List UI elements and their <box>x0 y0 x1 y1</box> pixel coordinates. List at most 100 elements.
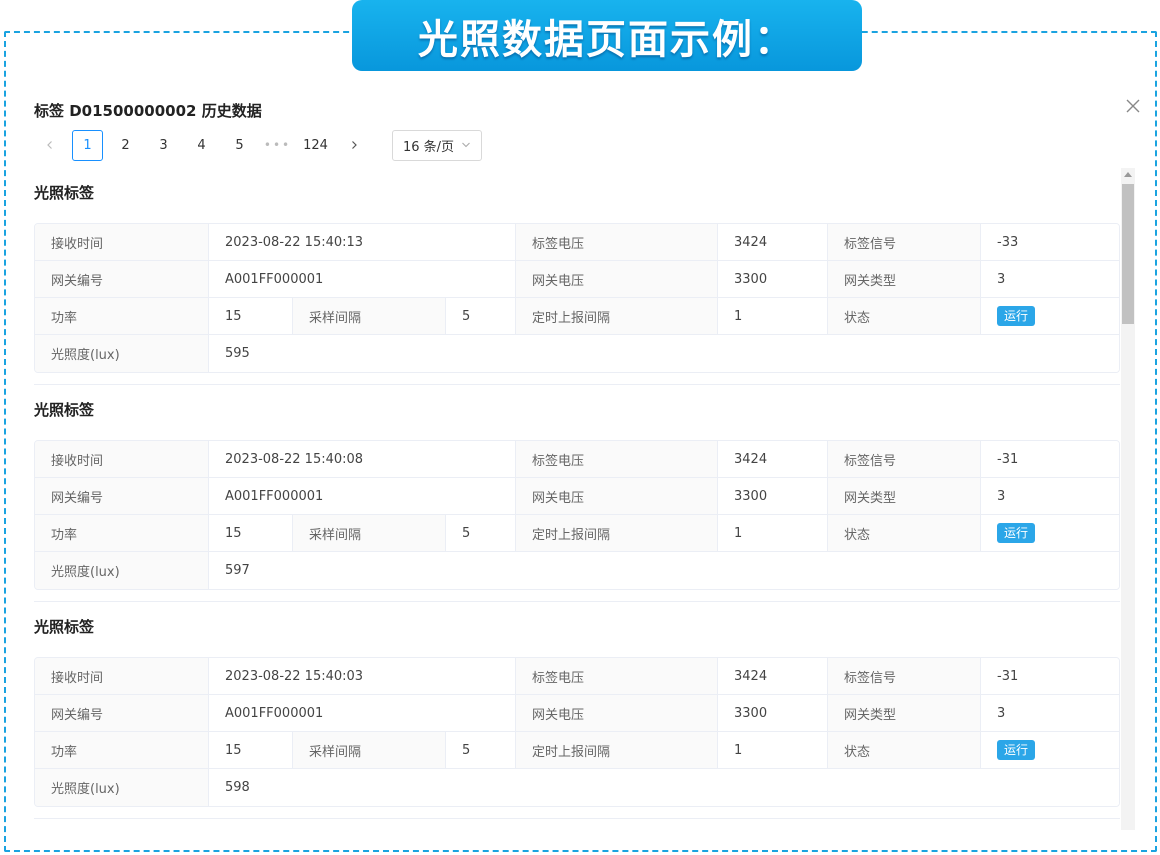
modal-title: 标签 D01500000002 历史数据 <box>34 102 262 120</box>
record-divider <box>34 818 1120 819</box>
table-row: 网关编号 A001FF000001 网关电压 3300 网关类型 3 <box>35 695 1119 732</box>
value-tag-signal: -31 <box>981 658 1119 694</box>
value-status: 运行 <box>981 732 1119 768</box>
value-gateway-voltage: 3300 <box>718 478 828 514</box>
label-tag-signal: 标签信号 <box>828 441 981 477</box>
scrollbar-thumb[interactable] <box>1122 184 1134 324</box>
value-illuminance: 595 <box>209 335 1119 372</box>
label-tag-voltage: 标签电压 <box>516 441 718 477</box>
label-sample-interval: 采样间隔 <box>293 298 446 334</box>
label-gateway-voltage: 网关电压 <box>516 261 718 297</box>
value-receive-time: 2023-08-22 15:40:03 <box>209 658 516 694</box>
label-illuminance: 光照度(lux) <box>35 552 209 589</box>
page-3-button[interactable]: 3 <box>148 130 179 161</box>
label-sample-interval: 采样间隔 <box>293 515 446 551</box>
label-gateway-id: 网关编号 <box>35 478 209 514</box>
value-power: 15 <box>209 732 293 768</box>
value-report-interval: 1 <box>718 515 828 551</box>
label-status: 状态 <box>828 298 981 334</box>
table-row: 网关编号 A001FF000001 网关电压 3300 网关类型 3 <box>35 261 1119 298</box>
label-tag-voltage: 标签电压 <box>516 658 718 694</box>
chevron-left-icon <box>46 141 52 149</box>
value-gateway-type: 3 <box>981 695 1119 731</box>
value-report-interval: 1 <box>718 732 828 768</box>
value-gateway-voltage: 3300 <box>718 695 828 731</box>
label-status: 状态 <box>828 732 981 768</box>
label-receive-time: 接收时间 <box>35 224 209 260</box>
record-card: 光照标签 接收时间 2023-08-22 15:40:03 标签电压 3424 … <box>34 602 1120 819</box>
table-row: 功率 15 采样间隔 5 定时上报间隔 1 状态 运行 <box>35 515 1119 552</box>
record-title: 光照标签 <box>34 401 95 419</box>
table-row: 接收时间 2023-08-22 15:40:08 标签电压 3424 标签信号 … <box>35 441 1119 478</box>
record-card: 光照标签 接收时间 2023-08-22 15:40:13 标签电压 3424 … <box>34 168 1120 385</box>
prev-page-button[interactable] <box>34 130 65 161</box>
label-gateway-voltage: 网关电压 <box>516 478 718 514</box>
next-page-button[interactable] <box>338 130 369 161</box>
record-table: 接收时间 2023-08-22 15:40:03 标签电压 3424 标签信号 … <box>34 657 1120 807</box>
label-gateway-type: 网关类型 <box>828 478 981 514</box>
value-sample-interval: 5 <box>446 298 516 334</box>
value-report-interval: 1 <box>718 298 828 334</box>
value-sample-interval: 5 <box>446 732 516 768</box>
label-illuminance: 光照度(lux) <box>35 769 209 806</box>
table-row: 光照度(lux) 595 <box>35 335 1119 372</box>
value-receive-time: 2023-08-22 15:40:08 <box>209 441 516 477</box>
scrollbar[interactable] <box>1121 168 1135 830</box>
record-title: 光照标签 <box>34 184 95 202</box>
label-tag-signal: 标签信号 <box>828 658 981 694</box>
value-tag-signal: -33 <box>981 224 1119 260</box>
label-receive-time: 接收时间 <box>35 658 209 694</box>
record-title: 光照标签 <box>34 618 95 636</box>
page-2-button[interactable]: 2 <box>110 130 141 161</box>
chevron-down-icon <box>462 142 470 148</box>
banner-title: 光照数据页面示例： <box>418 16 796 63</box>
label-report-interval: 定时上报间隔 <box>516 298 718 334</box>
label-tag-signal: 标签信号 <box>828 224 981 260</box>
scroll-up-arrow-icon[interactable] <box>1124 172 1132 177</box>
label-illuminance: 光照度(lux) <box>35 335 209 372</box>
value-power: 15 <box>209 515 293 551</box>
label-gateway-type: 网关类型 <box>828 695 981 731</box>
page-last-button[interactable]: 124 <box>300 130 331 161</box>
label-power: 功率 <box>35 515 209 551</box>
banner: 光照数据页面示例： <box>352 0 862 71</box>
record-card: 光照标签 接收时间 2023-08-22 15:40:08 标签电压 3424 … <box>34 385 1120 602</box>
table-row: 网关编号 A001FF000001 网关电压 3300 网关类型 3 <box>35 478 1119 515</box>
label-gateway-voltage: 网关电压 <box>516 695 718 731</box>
label-gateway-id: 网关编号 <box>35 695 209 731</box>
close-icon[interactable] <box>1124 97 1142 115</box>
label-sample-interval: 采样间隔 <box>293 732 446 768</box>
chevron-right-icon <box>351 141 357 149</box>
value-illuminance: 598 <box>209 769 1119 806</box>
table-row: 光照度(lux) 597 <box>35 552 1119 589</box>
page-size-value: 16 条/页 <box>403 139 455 155</box>
value-gateway-type: 3 <box>981 478 1119 514</box>
value-gateway-id: A001FF000001 <box>209 695 516 731</box>
page-ellipsis[interactable]: ••• <box>262 130 293 161</box>
value-tag-voltage: 3424 <box>718 658 828 694</box>
record-table: 接收时间 2023-08-22 15:40:13 标签电压 3424 标签信号 … <box>34 223 1120 373</box>
page-5-button[interactable]: 5 <box>224 130 255 161</box>
page-size-select[interactable]: 16 条/页 <box>392 129 482 161</box>
value-gateway-voltage: 3300 <box>718 261 828 297</box>
record-table: 接收时间 2023-08-22 15:40:08 标签电压 3424 标签信号 … <box>34 440 1120 590</box>
label-report-interval: 定时上报间隔 <box>516 515 718 551</box>
label-tag-voltage: 标签电压 <box>516 224 718 260</box>
label-gateway-id: 网关编号 <box>35 261 209 297</box>
label-power: 功率 <box>35 298 209 334</box>
value-power: 15 <box>209 298 293 334</box>
page-4-button[interactable]: 4 <box>186 130 217 161</box>
table-row: 光照度(lux) 598 <box>35 769 1119 806</box>
value-gateway-type: 3 <box>981 261 1119 297</box>
value-status: 运行 <box>981 298 1119 334</box>
status-badge: 运行 <box>997 740 1036 760</box>
page-1-button[interactable]: 1 <box>72 129 103 161</box>
value-receive-time: 2023-08-22 15:40:13 <box>209 224 516 260</box>
pagination: 1 2 3 4 5 ••• 124 16 条/页 <box>34 129 482 161</box>
label-gateway-type: 网关类型 <box>828 261 981 297</box>
value-tag-signal: -31 <box>981 441 1119 477</box>
label-receive-time: 接收时间 <box>35 441 209 477</box>
value-illuminance: 597 <box>209 552 1119 589</box>
records-list: 光照标签 接收时间 2023-08-22 15:40:13 标签电压 3424 … <box>34 168 1120 830</box>
value-tag-voltage: 3424 <box>718 224 828 260</box>
